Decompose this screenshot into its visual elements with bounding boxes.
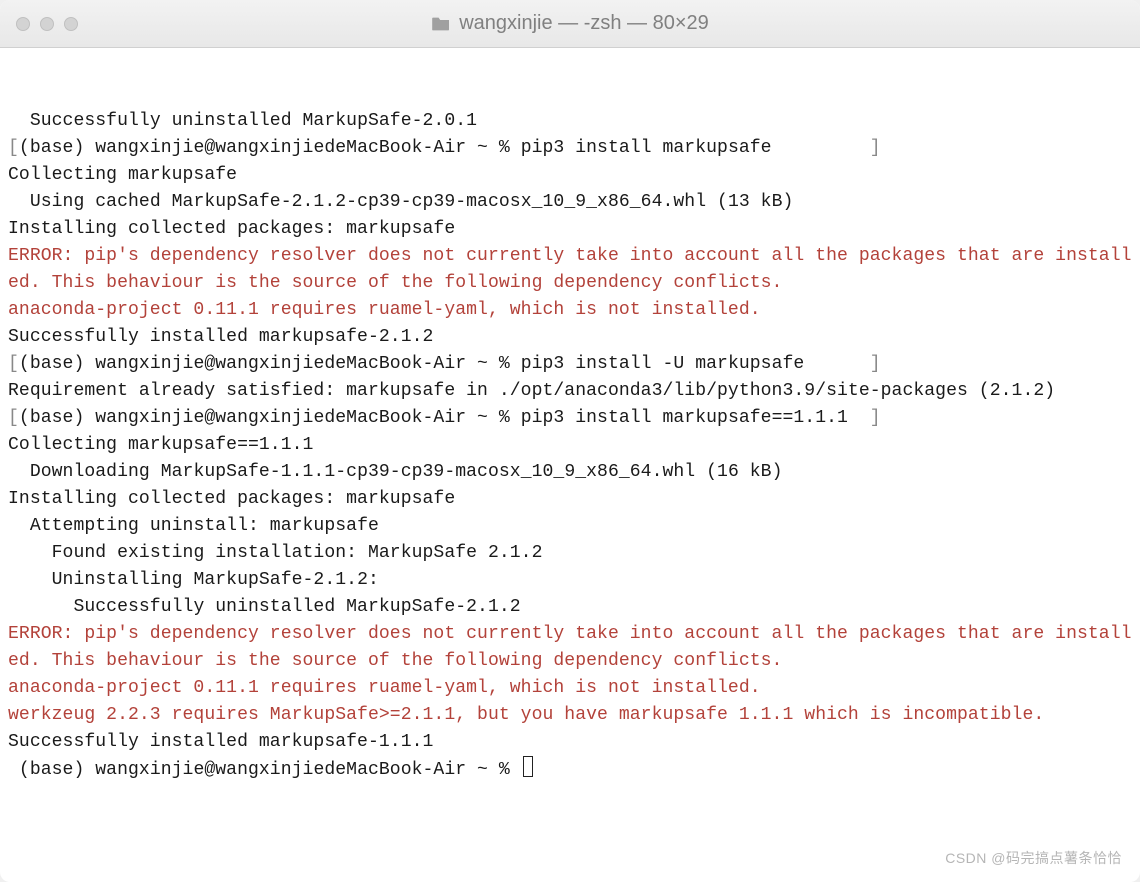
bracket-right: ] [870,138,881,158]
output-line: Found existing installation: MarkupSafe … [8,540,1136,567]
output-line: Successfully installed markupsafe-2.1.2 [8,324,1136,351]
bracket-left: [ [8,408,19,428]
output-line: Successfully installed markupsafe-1.1.1 [8,729,1136,756]
output-line: Attempting uninstall: markupsafe [8,513,1136,540]
minimize-button[interactable] [40,17,54,31]
bracket-right: ] [870,354,881,374]
output-line: Installing collected packages: markupsaf… [8,486,1136,513]
bracket-right: ] [870,408,881,428]
window-title: wangxinjie — -zsh — 80×29 [459,12,709,35]
output-line: Requirement already satisfied: markupsaf… [8,378,1136,405]
output-line: Collecting markupsafe [8,162,1136,189]
prompt-line: (base) wangxinjie@wangxinjiedeMacBook-Ai… [8,756,1136,784]
titlebar[interactable]: wangxinjie — -zsh — 80×29 [0,0,1140,48]
output-line: Uninstalling MarkupSafe-2.1.2: [8,567,1136,594]
terminal-window: wangxinjie — -zsh — 80×29 Successfully u… [0,0,1140,882]
cursor [523,756,533,777]
prompt-line: [(base) wangxinjie@wangxinjiedeMacBook-A… [8,351,1136,378]
error-line: ERROR: pip's dependency resolver does no… [8,621,1136,675]
error-line: anaconda-project 0.11.1 requires ruamel-… [8,675,1136,702]
terminal-output[interactable]: Successfully uninstalled MarkupSafe-2.0.… [0,48,1140,882]
error-line: anaconda-project 0.11.1 requires ruamel-… [8,297,1136,324]
output-line: Downloading MarkupSafe-1.1.1-cp39-cp39-m… [8,459,1136,486]
prompt-line: [(base) wangxinjie@wangxinjiedeMacBook-A… [8,135,1136,162]
output-line: Successfully uninstalled MarkupSafe-2.1.… [8,594,1136,621]
window-title-area: wangxinjie — -zsh — 80×29 [78,12,1062,35]
folder-icon [431,16,451,32]
prompt-line: [(base) wangxinjie@wangxinjiedeMacBook-A… [8,405,1136,432]
error-line: ERROR: pip's dependency resolver does no… [8,243,1136,297]
bracket-left: [ [8,354,19,374]
output-line: Installing collected packages: markupsaf… [8,216,1136,243]
close-button[interactable] [16,17,30,31]
output-line: Using cached MarkupSafe-2.1.2-cp39-cp39-… [8,189,1136,216]
watermark: CSDN @码完搞点薯条恰恰 [945,845,1122,872]
output-line: Successfully uninstalled MarkupSafe-2.0.… [8,108,1136,135]
error-line: werkzeug 2.2.3 requires MarkupSafe>=2.1.… [8,702,1136,729]
maximize-button[interactable] [64,17,78,31]
bracket-left: [ [8,138,19,158]
traffic-lights [16,17,78,31]
output-line: Collecting markupsafe==1.1.1 [8,432,1136,459]
